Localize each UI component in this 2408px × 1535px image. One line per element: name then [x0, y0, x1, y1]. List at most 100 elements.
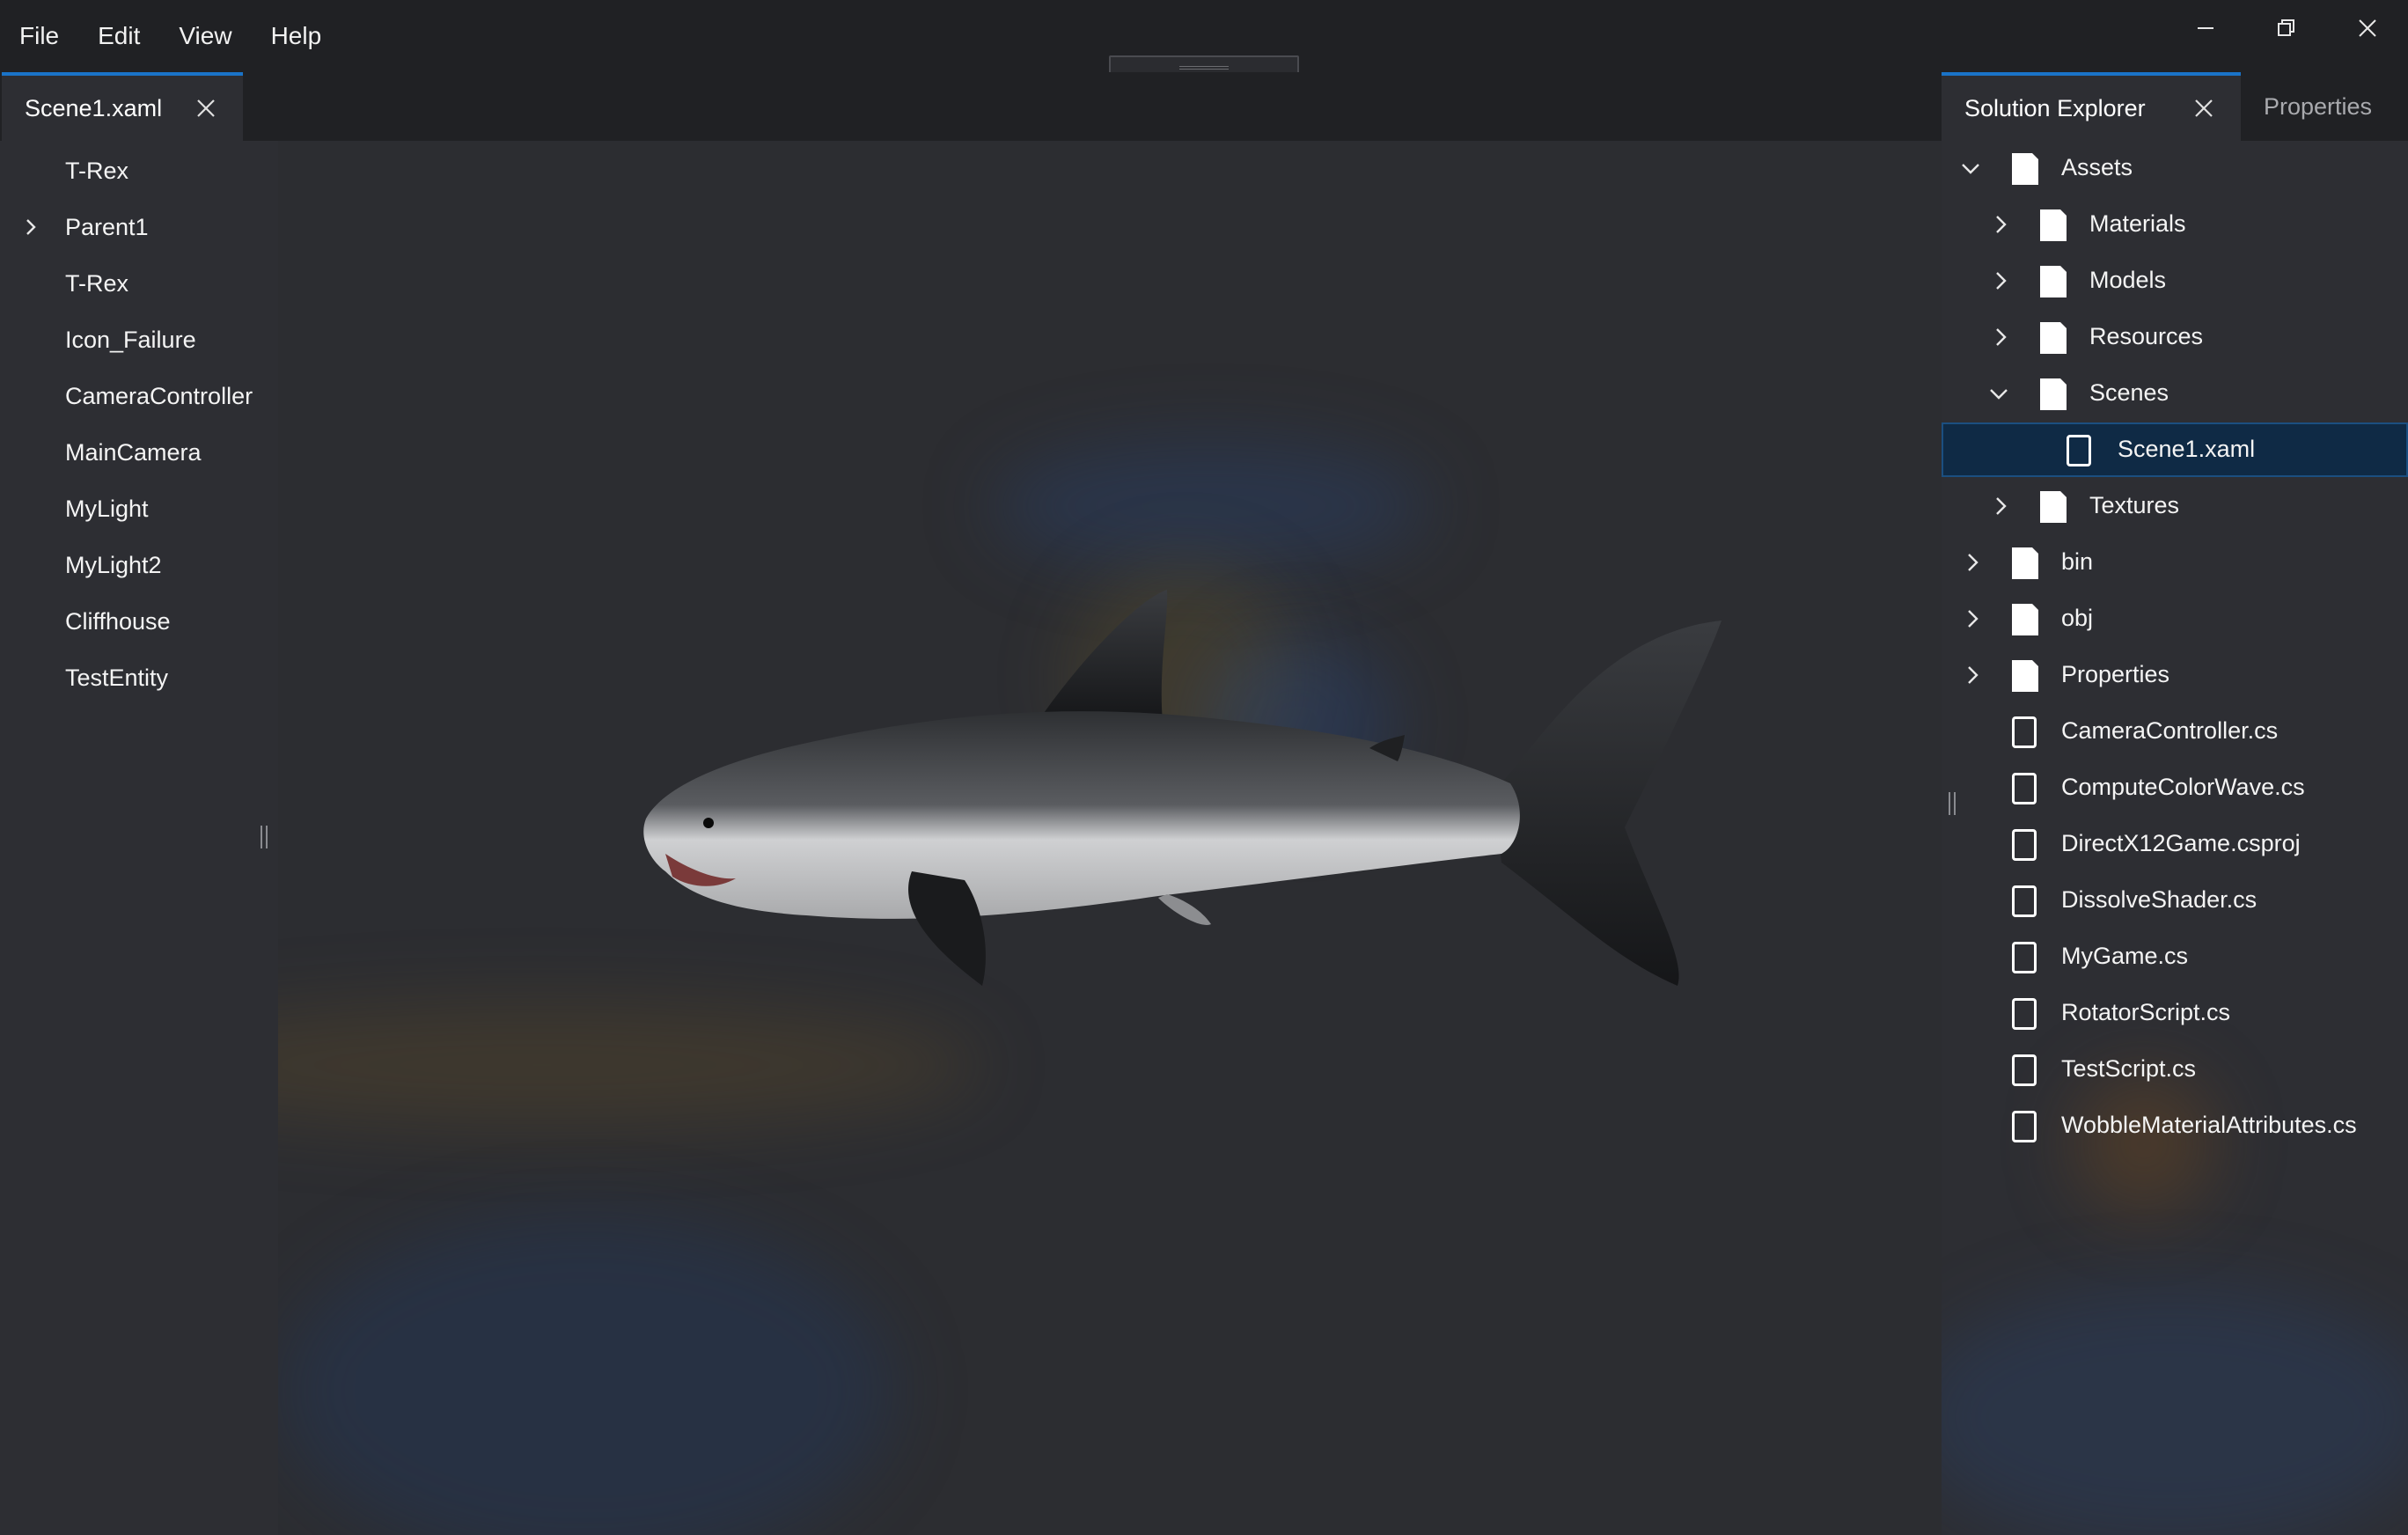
tree-item-label: Scene1.xaml	[2118, 436, 2256, 462]
tree-item-label: CameraController.cs	[2061, 717, 2279, 744]
tail-fin	[1493, 621, 1722, 986]
hierarchy-item[interactable]: MyLight2	[0, 537, 278, 593]
menu-bar: File Edit View Help	[0, 0, 341, 72]
hierarchy-item-label: CameraController	[65, 382, 253, 409]
hierarchy-item[interactable]: Parent1	[0, 199, 278, 255]
panel-splitter-handle[interactable]	[261, 826, 268, 848]
folder-icon	[2040, 491, 2067, 523]
tree-item-label: MyGame.cs	[2061, 943, 2189, 969]
chevron-right-icon[interactable]	[1991, 496, 2010, 516]
chevron-right-icon[interactable]	[1991, 327, 2010, 347]
chevron-right-icon[interactable]	[1963, 665, 1982, 685]
background-glow	[1942, 1285, 2408, 1535]
hierarchy-item-label: Icon_Failure	[65, 326, 196, 353]
folder-icon	[2040, 266, 2067, 297]
tree-item-file[interactable]: WobbleMaterialAttributes.cs	[1942, 1098, 2408, 1153]
tree-item-resources[interactable]: Resources	[1942, 310, 2408, 364]
hierarchy-item-label: T-Rex	[65, 269, 129, 297]
tree-item-scene1-xaml[interactable]: Scene1.xaml	[1942, 422, 2408, 477]
hierarchy-item-label: T-Rex	[65, 157, 129, 184]
chevron-right-icon[interactable]	[1991, 215, 2010, 234]
tree-item-label: Textures	[2089, 492, 2180, 518]
hierarchy-item-label: TestEntity	[65, 664, 169, 691]
chevron-down-icon[interactable]	[1989, 384, 2008, 403]
hierarchy-item[interactable]: T-Rex	[0, 143, 278, 199]
hierarchy-item[interactable]: MyLight	[0, 481, 278, 537]
tree-item-properties[interactable]: Properties	[1942, 648, 2408, 702]
menu-view[interactable]: View	[159, 0, 251, 72]
tree-item-label: WobbleMaterialAttributes.cs	[2061, 1112, 2357, 1138]
tree-item-file[interactable]: RotatorScript.cs	[1942, 986, 2408, 1040]
restore-button[interactable]	[2246, 0, 2327, 56]
tree-item-label: Resources	[2089, 323, 2204, 349]
tree-item-file[interactable]: CameraController.cs	[1942, 704, 2408, 759]
close-window-button[interactable]	[2327, 0, 2408, 56]
tab-scene1[interactable]: Scene1.xaml	[2, 72, 243, 141]
tree-item-file[interactable]: ComputeColorWave.cs	[1942, 760, 2408, 815]
menu-edit[interactable]: Edit	[78, 0, 159, 72]
file-icon	[2012, 1054, 2037, 1086]
tree-item-assets[interactable]: Assets	[1942, 141, 2408, 195]
hierarchy-item[interactable]: TestEntity	[0, 650, 278, 706]
tree-item-label: Models	[2089, 267, 2167, 293]
tree-item-obj[interactable]: obj	[1942, 591, 2408, 646]
scene-hierarchy-panel: T-Rex Parent1 T-Rex Icon_Failure CameraC…	[0, 141, 278, 1535]
close-icon	[2359, 19, 2376, 37]
file-icon	[2012, 1111, 2037, 1142]
folder-icon	[2040, 378, 2067, 410]
chevron-down-icon[interactable]	[1961, 158, 1980, 178]
hierarchy-item-label: MyLight	[65, 495, 149, 522]
shark-model	[643, 590, 1722, 986]
tree-item-models[interactable]: Models	[1942, 253, 2408, 308]
hierarchy-item[interactable]: CameraController	[0, 368, 278, 424]
minimize-button[interactable]	[2165, 0, 2246, 56]
hierarchy-item[interactable]: MainCamera	[0, 424, 278, 481]
chevron-right-icon[interactable]	[1991, 271, 2010, 290]
tree-item-bin[interactable]: bin	[1942, 535, 2408, 590]
side-tab-bar: Solution Explorer Properties	[1942, 72, 2408, 141]
chevron-right-icon[interactable]	[1963, 553, 1982, 572]
tree-item-label: Properties	[2061, 661, 2170, 687]
hierarchy-item-label: MyLight2	[65, 551, 162, 578]
file-icon	[2012, 885, 2037, 917]
scene-viewport[interactable]	[278, 141, 1942, 1535]
file-icon	[2012, 716, 2037, 748]
chevron-right-icon[interactable]	[23, 218, 39, 236]
tree-item-label: TestScript.cs	[2061, 1055, 2197, 1082]
tree-item-label: RotatorScript.cs	[2061, 999, 2231, 1025]
tree-item-materials[interactable]: Materials	[1942, 197, 2408, 252]
tree-item-label: DissolveShader.cs	[2061, 886, 2258, 913]
tree-item-file[interactable]: DissolveShader.cs	[1942, 873, 2408, 928]
folder-icon	[2012, 153, 2038, 185]
folder-icon	[2040, 322, 2067, 354]
hierarchy-item-label: Parent1	[65, 213, 149, 240]
file-icon	[2012, 773, 2037, 804]
menu-file[interactable]: File	[0, 0, 78, 72]
title-bar: File Edit View Help	[0, 0, 2408, 78]
hierarchy-item-label: MainCamera	[65, 438, 202, 466]
close-tab-button[interactable]	[195, 98, 217, 119]
close-icon	[2195, 99, 2213, 117]
hierarchy-item[interactable]: T-Rex	[0, 255, 278, 312]
tree-item-file[interactable]: TestScript.cs	[1942, 1042, 2408, 1097]
hierarchy-item[interactable]: Cliffhouse	[0, 593, 278, 650]
folder-icon	[2012, 604, 2038, 635]
chevron-right-icon[interactable]	[1963, 609, 1982, 628]
tab-solution-explorer[interactable]: Solution Explorer	[1942, 72, 2241, 141]
tree-item-file[interactable]: DirectX12Game.csproj	[1942, 817, 2408, 871]
tree-item-scenes[interactable]: Scenes	[1942, 366, 2408, 421]
panel-splitter-handle[interactable]	[1949, 792, 1956, 815]
file-icon	[2067, 435, 2091, 466]
tab-label: Solution Explorer	[1964, 94, 2146, 121]
tree-item-label: Materials	[2089, 210, 2186, 237]
file-icon	[2012, 942, 2037, 973]
tab-properties[interactable]: Properties	[2264, 72, 2372, 141]
tree-item-file[interactable]: MyGame.cs	[1942, 929, 2408, 984]
hierarchy-item[interactable]: Icon_Failure	[0, 312, 278, 368]
tree-item-label: Assets	[2061, 154, 2133, 180]
close-tab-button[interactable]	[2193, 98, 2214, 119]
menu-help[interactable]: Help	[252, 0, 341, 72]
tree-item-label: Scenes	[2089, 379, 2169, 406]
folder-icon	[2012, 660, 2038, 692]
tree-item-textures[interactable]: Textures	[1942, 479, 2408, 533]
